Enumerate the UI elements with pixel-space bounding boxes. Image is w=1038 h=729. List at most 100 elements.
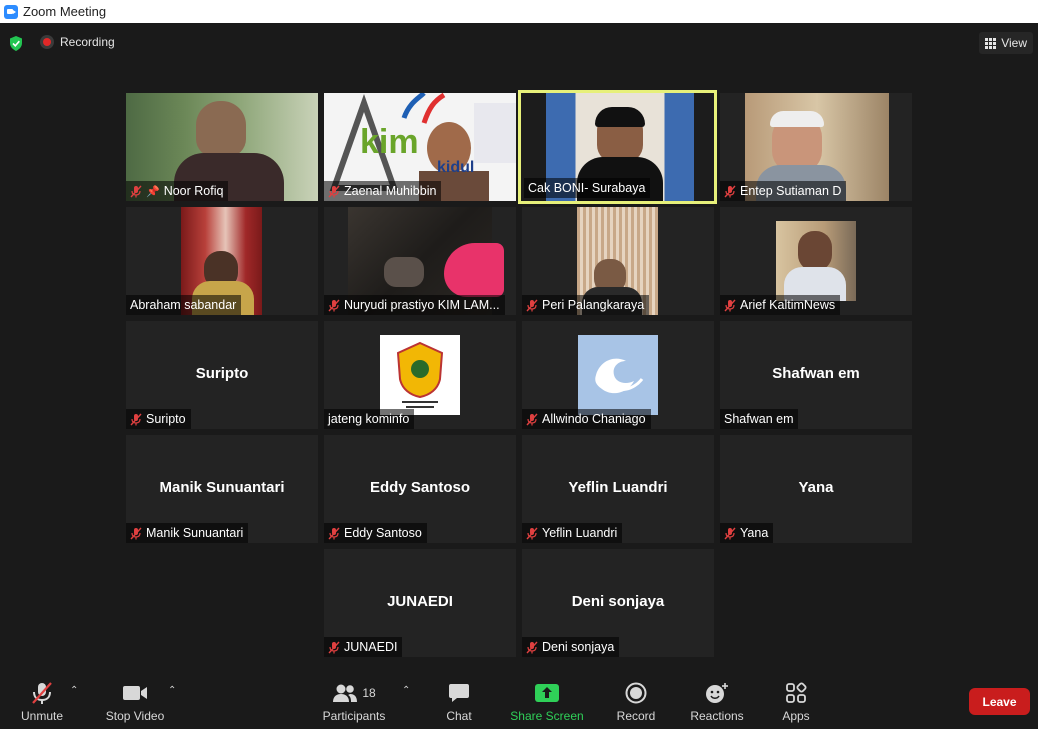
participant-nameplate: Deni sonjaya bbox=[522, 637, 620, 657]
chat-button[interactable]: Chat bbox=[440, 669, 478, 729]
participant-nameplate: Cak BONI- Surabaya bbox=[524, 178, 651, 198]
participant-tile-noor-rofiq[interactable]: 📌 Noor Rofiq bbox=[126, 93, 318, 201]
mic-muted-icon bbox=[526, 413, 538, 425]
audio-options-chevron-up-icon[interactable]: ⌃ bbox=[70, 685, 78, 696]
participant-nameplate: Eddy Santoso bbox=[324, 523, 427, 543]
participants-icon bbox=[333, 684, 358, 702]
participant-name: Peri Palangkaraya bbox=[542, 298, 645, 312]
wave-avatar-icon bbox=[578, 335, 658, 415]
participants-options-chevron-up-icon[interactable]: ⌃ bbox=[402, 685, 410, 696]
recording-label: Recording bbox=[60, 35, 115, 49]
participant-tile-peri-palangkaraya[interactable]: Peri Palangkaraya bbox=[522, 207, 714, 315]
participant-display-name: Shafwan em bbox=[772, 365, 860, 382]
participant-tile-junaedi[interactable]: JUNAEDI JUNAEDI bbox=[324, 549, 516, 657]
participant-name: Noor Rofiq bbox=[163, 184, 224, 198]
security-shield-icon[interactable] bbox=[9, 36, 23, 51]
participant-nameplate: Shafwan em bbox=[720, 409, 799, 429]
record-icon bbox=[625, 682, 647, 704]
zoom-app-icon bbox=[4, 4, 18, 19]
participant-tile-abraham-sabandar[interactable]: Abraham sabandar bbox=[126, 207, 318, 315]
recording-indicator[interactable]: Recording bbox=[40, 35, 115, 49]
participant-name: Entep Sutiaman D bbox=[740, 184, 842, 198]
participant-tile-cak-boni-active-speaker[interactable]: Cak BONI- Surabaya bbox=[518, 90, 717, 204]
mic-muted-icon bbox=[130, 185, 142, 197]
mic-muted-icon bbox=[130, 413, 142, 425]
mic-muted-icon bbox=[328, 527, 340, 539]
participants-button[interactable]: 18 Participants bbox=[318, 669, 390, 729]
participant-tile-manik-sunuantari[interactable]: Manik Sunuantari Manik Sunuantari bbox=[126, 435, 318, 543]
participant-tile-allwindo-chaniago[interactable]: Allwindo Chaniago bbox=[522, 321, 714, 429]
record-label: Record bbox=[616, 709, 656, 723]
view-label: View bbox=[1001, 36, 1027, 50]
stop-video-button[interactable]: Stop Video bbox=[100, 669, 170, 729]
participant-name: Manik Sunuantari bbox=[146, 526, 244, 540]
participant-figure bbox=[196, 101, 246, 157]
background-logo-text: kidul bbox=[437, 159, 475, 176]
mic-muted-icon bbox=[130, 527, 142, 539]
participant-display-name: Yeflin Luandri bbox=[568, 479, 668, 496]
participant-tile-yana[interactable]: Yana Yana bbox=[720, 435, 912, 543]
participant-tile-entep-sutiaman[interactable]: Entep Sutiaman D bbox=[720, 93, 912, 201]
participant-figure bbox=[798, 231, 832, 271]
participant-nameplate: Abraham sabandar bbox=[126, 295, 242, 315]
participant-tile-eddy-santoso[interactable]: Eddy Santoso Eddy Santoso bbox=[324, 435, 516, 543]
participants-label: Participants bbox=[322, 709, 386, 723]
participant-nameplate: Allwindo Chaniago bbox=[522, 409, 651, 429]
participant-nameplate: Suripto bbox=[126, 409, 191, 429]
meeting-topbar: Recording View bbox=[0, 23, 1038, 63]
window-titlebar: Zoom Meeting bbox=[0, 0, 1038, 23]
participant-name: JUNAEDI bbox=[344, 640, 398, 654]
emoji-reaction-icon bbox=[706, 683, 728, 703]
background-logo-text: kim bbox=[360, 123, 419, 161]
unmute-button[interactable]: Unmute bbox=[14, 669, 70, 729]
participant-name: Abraham sabandar bbox=[130, 298, 237, 312]
participant-display-name: Yana bbox=[798, 479, 834, 496]
chat-label: Chat bbox=[446, 709, 472, 723]
participant-nameplate: jateng kominfo bbox=[324, 409, 415, 429]
participant-nameplate: Zaenal Muhibbin bbox=[324, 181, 442, 201]
window-title: Zoom Meeting bbox=[23, 4, 107, 19]
recording-dot-icon bbox=[40, 35, 54, 49]
chat-bubble-icon bbox=[449, 684, 469, 702]
participant-tile-deni-sonjaya[interactable]: Deni sonjaya Deni sonjaya bbox=[522, 549, 714, 657]
participant-name: Deni sonjaya bbox=[542, 640, 615, 654]
participant-tile-jateng-kominfo[interactable]: jateng kominfo bbox=[324, 321, 516, 429]
reactions-button[interactable]: Reactions bbox=[686, 669, 748, 729]
participant-name: jateng kominfo bbox=[328, 412, 410, 426]
mic-muted-icon bbox=[526, 299, 538, 311]
mic-muted-icon bbox=[526, 527, 538, 539]
participant-name: Arief KaltimNews bbox=[740, 298, 836, 312]
share-screen-button[interactable]: Share Screen bbox=[508, 669, 586, 729]
participant-tile-yeflin-luandri[interactable]: Yeflin Luandri Yeflin Luandri bbox=[522, 435, 714, 543]
video-options-chevron-up-icon[interactable]: ⌃ bbox=[168, 685, 176, 696]
share-screen-label: Share Screen bbox=[510, 709, 584, 723]
video-camera-icon bbox=[123, 686, 147, 700]
microphone-muted-icon bbox=[32, 682, 52, 704]
participant-nameplate: Yeflin Luandri bbox=[522, 523, 623, 543]
participant-figure bbox=[384, 257, 424, 287]
stop-video-label: Stop Video bbox=[105, 709, 165, 723]
participant-nameplate: Yana bbox=[720, 523, 774, 543]
mic-muted-icon bbox=[724, 527, 736, 539]
record-button[interactable]: Record bbox=[614, 669, 658, 729]
mic-muted-icon bbox=[328, 299, 340, 311]
participant-figure bbox=[595, 107, 645, 127]
view-button[interactable]: View bbox=[979, 32, 1033, 54]
leave-meeting-button[interactable]: Leave bbox=[969, 688, 1030, 715]
participant-tile-shafwan-em[interactable]: Shafwan em Shafwan em bbox=[720, 321, 912, 429]
share-screen-icon bbox=[535, 684, 559, 702]
mic-muted-icon bbox=[724, 299, 736, 311]
reactions-label: Reactions bbox=[690, 709, 744, 723]
participant-tile-nuryudi-prastiyo[interactable]: Nuryudi prastiyo KIM LAM... bbox=[324, 207, 516, 315]
mic-muted-icon bbox=[724, 185, 736, 197]
participant-tile-zaenal-muhibbin[interactable]: kim kidul Zaenal Muhibbin bbox=[324, 93, 516, 201]
apps-button[interactable]: Apps bbox=[776, 669, 816, 729]
participant-nameplate: Peri Palangkaraya bbox=[522, 295, 650, 315]
participant-display-name: Deni sonjaya bbox=[571, 593, 665, 610]
participant-display-name: JUNAEDI bbox=[387, 593, 453, 610]
participant-tile-arief-kaltimnews[interactable]: Arief KaltimNews bbox=[720, 207, 912, 315]
participant-tile-suripto[interactable]: Suripto Suripto bbox=[126, 321, 318, 429]
gallery-grid-icon bbox=[985, 37, 997, 49]
participant-name: Yana bbox=[740, 526, 769, 540]
participant-display-name: Suripto bbox=[195, 365, 249, 382]
